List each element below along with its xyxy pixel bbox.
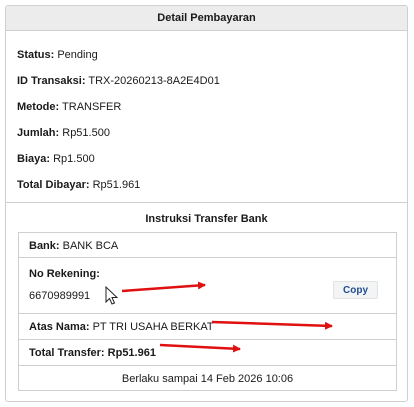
detail-status-value: Pending: [57, 49, 98, 61]
total-transfer-label: Total Transfer:: [29, 347, 105, 359]
bank-text: Bank: BANK BCA: [29, 240, 118, 252]
detail-transaction-id-label: ID Transaksi:: [17, 75, 86, 87]
bank-transfer-box: Bank: BANK BCA No Rekening: 6670989991 C…: [18, 232, 397, 391]
valid-until-row: Berlaku sampai 14 Feb 2026 10:06: [19, 366, 396, 392]
payment-detail-card: Detail Pembayaran Status: Pending ID Tra…: [5, 5, 408, 402]
account-number-label: No Rekening:: [29, 268, 100, 280]
detail-total-paid-value: Rp51.961: [92, 179, 141, 191]
card-header: Detail Pembayaran: [6, 6, 407, 31]
detail-amount-label: Jumlah:: [17, 127, 60, 139]
detail-total-paid-label: Total Dibayar:: [17, 179, 90, 191]
account-name-row: Atas Nama: PT TRI USAHA BERKAT: [19, 314, 396, 340]
bank-value: BANK BCA: [62, 240, 119, 252]
total-transfer-value: Rp51.961: [107, 347, 156, 359]
detail-amount-value: Rp51.500: [62, 127, 110, 139]
detail-status-label: Status:: [17, 49, 55, 61]
detail-total-paid: Total Dibayar: Rp51.961: [17, 179, 140, 191]
detail-transaction-id: ID Transaksi: TRX-20260213-8A2E4D01: [17, 75, 220, 87]
account-number-value[interactable]: 6670989991: [29, 290, 90, 302]
valid-until-text: Berlaku sampai 14 Feb 2026 10:06: [121, 373, 294, 385]
account-name-value: PT TRI USAHA BERKAT: [92, 321, 214, 333]
total-transfer-row: Total Transfer: Rp51.961: [19, 340, 396, 366]
detail-amount: Jumlah: Rp51.500: [17, 127, 110, 139]
bank-row: Bank: BANK BCA: [19, 233, 396, 258]
detail-method-value: TRANSFER: [62, 101, 122, 113]
bank-label: Bank:: [29, 240, 60, 252]
detail-status: Status: Pending: [17, 49, 98, 61]
detail-method: Metode: TRANSFER: [17, 101, 121, 113]
card-title: Detail Pembayaran: [157, 12, 256, 24]
detail-method-label: Metode:: [17, 101, 60, 113]
copy-button[interactable]: Copy: [333, 281, 378, 299]
section-divider: [6, 202, 407, 203]
account-name-text: Atas Nama: PT TRI USAHA BERKAT: [29, 321, 214, 333]
detail-fee-value: Rp1.500: [53, 153, 95, 165]
detail-fee-label: Biaya:: [17, 153, 51, 165]
total-transfer-text: Total Transfer: Rp51.961: [29, 347, 156, 359]
detail-fee: Biaya: Rp1.500: [17, 153, 95, 165]
detail-transaction-id-value: TRX-20260213-8A2E4D01: [88, 75, 220, 87]
account-number-row: No Rekening: 6670989991 Copy: [19, 258, 396, 314]
account-name-label: Atas Nama:: [29, 321, 90, 333]
instructions-title: Instruksi Transfer Bank: [145, 213, 268, 225]
